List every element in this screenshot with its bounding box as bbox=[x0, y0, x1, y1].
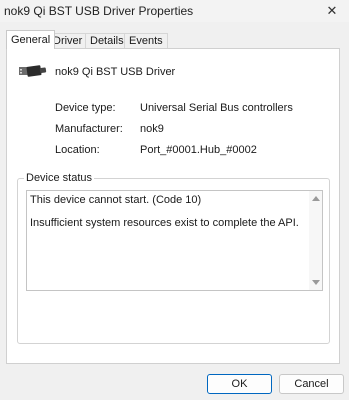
close-icon[interactable]: ✕ bbox=[323, 2, 341, 20]
ok-button[interactable]: OK bbox=[207, 374, 272, 394]
manufacturer-label: Manufacturer: bbox=[55, 123, 123, 135]
device-type-label: Device type: bbox=[55, 102, 116, 114]
scroll-up-arrow-icon[interactable] bbox=[312, 196, 320, 201]
manufacturer-value: nok9 bbox=[140, 123, 164, 135]
scroll-down-arrow-icon[interactable] bbox=[312, 280, 320, 285]
status-line-code: This device cannot start. (Code 10) bbox=[30, 194, 202, 206]
tab-general[interactable]: General bbox=[6, 30, 56, 49]
status-line-detail: Insufficient system resources exist to c… bbox=[30, 217, 299, 229]
location-value: Port_#0001.Hub_#0002 bbox=[140, 144, 257, 156]
general-tab-panel: nok9 Qi BST USB Driver Device type: Univ… bbox=[6, 48, 340, 364]
vertical-scrollbar[interactable] bbox=[309, 191, 322, 290]
location-label: Location: bbox=[55, 144, 100, 156]
properties-dialog: nok9 Qi BST USB Driver Properties ✕ Gene… bbox=[0, 0, 349, 400]
usb-connector-icon bbox=[19, 65, 47, 77]
device-status-label: Device status bbox=[24, 172, 95, 184]
device-status-textbox[interactable]: This device cannot start. (Code 10) Insu… bbox=[26, 190, 323, 291]
device-type-value: Universal Serial Bus controllers bbox=[140, 102, 293, 114]
title-bar: nok9 Qi BST USB Driver Properties ✕ bbox=[0, 0, 349, 22]
tab-events[interactable]: Events bbox=[124, 33, 168, 49]
window-title: nok9 Qi BST USB Driver Properties bbox=[4, 4, 194, 18]
device-name: nok9 Qi BST USB Driver bbox=[55, 66, 176, 78]
cancel-button[interactable]: Cancel bbox=[279, 374, 344, 394]
device-status-group: Device status This device cannot start. … bbox=[17, 172, 330, 344]
tab-details[interactable]: Details bbox=[85, 33, 129, 49]
